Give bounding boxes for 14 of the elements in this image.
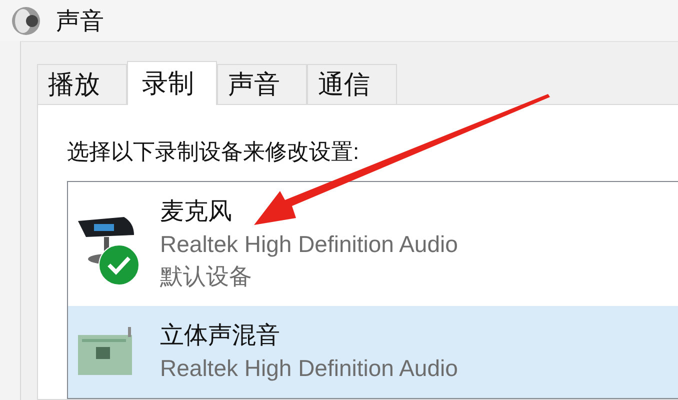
device-driver: Realtek High Definition Audio (160, 354, 458, 383)
device-row[interactable]: 立体声混音 Realtek High Definition Audio (68, 306, 678, 398)
tab[interactable]: 播放 (37, 64, 127, 104)
circuit-board-icon (76, 327, 134, 377)
window-title: 声音 (56, 6, 104, 36)
device-status: 默认设备 (160, 262, 253, 291)
tab[interactable]: 录制 (127, 61, 217, 105)
speaker-icon (10, 4, 42, 36)
instruction-text: 选择以下录制设备来修改设置: (67, 138, 360, 166)
tab[interactable]: 通信 (307, 64, 397, 104)
tab[interactable]: 声音 (217, 64, 307, 104)
device-name: 立体声混音 (160, 321, 281, 351)
device-name: 麦克风 (160, 197, 233, 227)
device-driver: Realtek High Definition Audio (160, 230, 458, 259)
